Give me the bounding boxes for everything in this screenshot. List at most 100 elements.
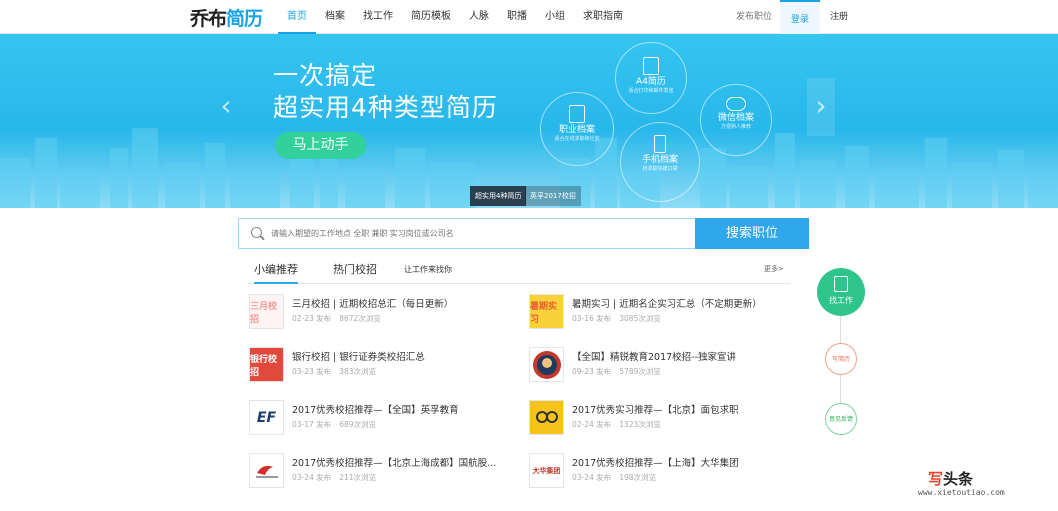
thumb-text: 银行校招 [250, 354, 278, 378]
list-item[interactable]: 银行校招 银行校招 | 银行证券类校招汇总 03-23 发布 383次浏览 [249, 343, 509, 387]
list-item[interactable]: 大华集团 2017优秀校招推荐—【上海】大华集团 03-24 发布 198次浏览 [529, 449, 789, 493]
nav-item-jobs[interactable]: 找工作 [354, 0, 402, 34]
thumb-text: 大华集团 [532, 466, 561, 475]
clipboard-icon [834, 276, 848, 292]
article-views: 211次浏览 [339, 473, 377, 482]
circle-subtitle: 方便熟人推荐 [720, 124, 751, 130]
article-meta: 03-23 发布 383次浏览 [292, 366, 384, 377]
article-date: 09-23 发布 [572, 367, 612, 376]
career-profile-circle[interactable]: 职业档案 适合在线求职和社交 [540, 92, 614, 166]
nav-item-network[interactable]: 人脉 [460, 0, 498, 34]
list-item[interactable]: 【全国】精锐教育2017校招--独家宣讲 09-23 发布 5789次浏览 [529, 343, 789, 387]
banner-slide-tab-1[interactable]: 超实用4种简历 [470, 186, 527, 206]
article-date: 03-24 发布 [292, 473, 332, 482]
logo-part-1: 乔布 [190, 7, 227, 30]
nav-label: 求职指南 [583, 11, 623, 22]
article-title[interactable]: 2017优秀校招推荐—【北京上海成都】国航股... [292, 455, 496, 469]
nav-item-guide[interactable]: 求职指南 [574, 0, 632, 34]
more-link[interactable]: 更多> [764, 264, 784, 274]
article-views: 689次浏览 [339, 420, 377, 429]
list-item[interactable]: 三月校招 三月校招 | 近期校招总汇（每日更新） 02-23 发布 8672次浏览 [249, 290, 509, 334]
tab-editor-picks[interactable]: 小编推荐 [254, 258, 298, 284]
article-date: 03-16 发布 [572, 314, 612, 323]
wechat-icon [726, 97, 746, 111]
nav-item-templates[interactable]: 简历模板 [402, 0, 460, 34]
mobile-profile-circle[interactable]: 手机档案 抢求职快捷口袋 [620, 122, 700, 202]
article-title[interactable]: 2017优秀校招推荐—【全国】英孚教育 [292, 402, 459, 416]
article-views: 198次浏览 [619, 473, 657, 482]
nav-item-broadcast[interactable]: 职播 [498, 0, 536, 34]
nav-item-groups[interactable]: 小组 [536, 0, 574, 34]
feedback-float-button[interactable]: 意见反馈 [825, 403, 857, 435]
article-views: 383次浏览 [339, 367, 377, 376]
circle-title: 职业档案 [558, 125, 595, 135]
circle-subtitle: 适合在线求职和社交 [554, 136, 600, 142]
list-item[interactable]: EF 2017优秀校招推荐—【全国】英孚教育 03-17 发布 689次浏览 [249, 396, 509, 440]
search-jobs-button[interactable]: 搜索职位 [695, 218, 809, 249]
article-date: 03-17 发布 [292, 420, 332, 429]
circle-subtitle: 抢求职快捷口袋 [642, 166, 678, 172]
circle-title: A4简历 [636, 77, 666, 87]
article-meta: 02-24 发布 1323次浏览 [572, 419, 669, 430]
list-item[interactable]: 2017优秀实习推荐—【北京】面包求职 02-24 发布 1323次浏览 [529, 396, 789, 440]
document-icon [643, 57, 659, 75]
article-thumbnail: 三月校招 [249, 294, 284, 329]
article-title[interactable]: 2017优秀实习推荐—【北京】面包求职 [572, 402, 739, 416]
list-item[interactable]: 2017优秀校招推荐—【北京上海成都】国航股... 03-24 发布 211次浏览 [249, 449, 509, 493]
logo-part-2: 简历 [226, 7, 263, 30]
hero-banner: ‹ › 一次搞定 超实用4种类型简历 马上动手 A4简历 适合打印和邮件发送 职… [0, 34, 1058, 208]
job-search-box [238, 218, 696, 249]
avatar-logo-icon [532, 350, 561, 379]
login-button[interactable]: 登录 [780, 0, 820, 34]
a4-resume-circle[interactable]: A4简历 适合打印和邮件发送 [615, 42, 687, 114]
article-date: 02-24 发布 [572, 420, 612, 429]
tab-jobs-find-you[interactable]: 让工作来找你 [404, 258, 452, 284]
nav-label: 首页 [287, 11, 307, 22]
article-title[interactable]: 三月校招 | 近期校招总汇（每日更新） [292, 296, 453, 310]
nav-item-profile[interactable]: 档案 [316, 0, 354, 34]
write-resume-float-button[interactable]: 写简历 [825, 343, 857, 375]
thumb-text: EF [256, 409, 277, 426]
article-meta: 03-24 发布 211次浏览 [292, 472, 384, 483]
watermark-char: 写 [928, 470, 944, 488]
watermark-url: www.xietoutiao.com [918, 488, 1005, 497]
circle-subtitle: 适合打印和邮件发送 [628, 88, 674, 94]
tab-hot-campus[interactable]: 热门校招 [333, 258, 377, 284]
article-title[interactable]: 2017优秀校招推荐—【上海】大华集团 [572, 455, 739, 469]
circle-title: 微信档案 [717, 113, 754, 123]
article-meta: 09-23 发布 5789次浏览 [572, 366, 669, 377]
thumb-text: 三月校招 [250, 301, 278, 325]
site-logo[interactable]: 乔布 简历 [190, 5, 263, 30]
article-title[interactable]: 【全国】精锐教育2017校招--独家宣讲 [572, 349, 736, 363]
article-meta: 03-17 发布 689次浏览 [292, 419, 384, 430]
article-title[interactable]: 银行校招 | 银行证券类校招汇总 [292, 349, 425, 363]
article-meta: 03-16 发布 3085次浏览 [572, 313, 669, 324]
banner-slide-tab-2[interactable]: 英孚2017校招 [525, 186, 581, 206]
top-navigation-bar: 乔布 简历 首页 档案 找工作 简历模板 人脉 职播 小组 求职指南 发布职位 登… [0, 0, 1058, 34]
glasses-face-icon [535, 410, 558, 423]
search-input[interactable] [269, 219, 689, 248]
banner-headline: 一次搞定 [273, 61, 378, 90]
nav-label: 人脉 [469, 11, 489, 22]
register-link[interactable]: 注册 [830, 0, 848, 34]
find-job-float-button[interactable]: 找工作 [817, 268, 865, 316]
banner-subheadline: 超实用4种类型简历 [273, 93, 498, 122]
article-views: 3085次浏览 [619, 314, 661, 323]
post-job-link[interactable]: 发布职位 [736, 0, 772, 34]
article-title[interactable]: 暑期实习 | 近期名企实习汇总（不定期更新） [572, 296, 762, 310]
nav-item-home[interactable]: 首页 [278, 0, 316, 34]
banner-next-arrow[interactable]: › [807, 78, 835, 136]
nav-label: 找工作 [363, 11, 393, 22]
article-views: 8672次浏览 [339, 314, 381, 323]
banner-prev-arrow[interactable]: ‹ [212, 78, 240, 136]
article-date: 02-23 发布 [292, 314, 332, 323]
wechat-profile-circle[interactable]: 微信档案 方便熟人推荐 [700, 84, 772, 156]
nav-label: 职播 [507, 11, 527, 22]
article-views: 5789次浏览 [619, 367, 661, 376]
start-now-button[interactable]: 马上动手 [275, 132, 366, 159]
article-thumbnail: EF [249, 400, 284, 435]
article-meta: 03-24 发布 198次浏览 [572, 472, 664, 483]
profile-card-icon [569, 105, 585, 123]
article-thumbnail: 大华集团 [529, 453, 564, 488]
list-item[interactable]: 暑期实习 暑期实习 | 近期名企实习汇总（不定期更新） 03-16 发布 3085… [529, 290, 789, 334]
